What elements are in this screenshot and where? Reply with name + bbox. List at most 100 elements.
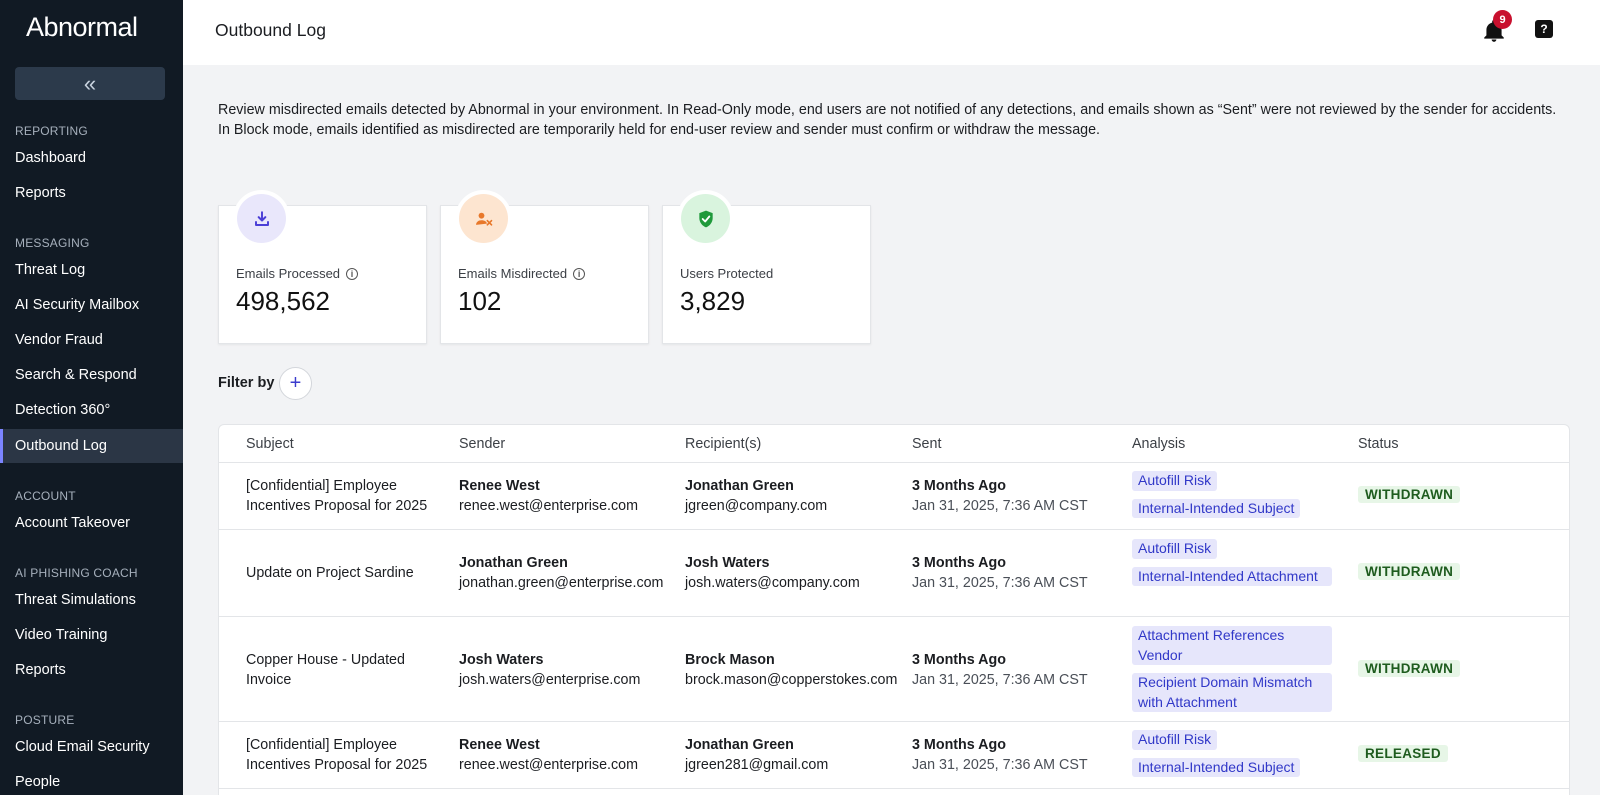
status-badge: WITHDRAWN bbox=[1358, 660, 1461, 677]
section-ai-phishing-coach: AI PHISHING COACH bbox=[15, 566, 138, 580]
column-header-sender[interactable]: Sender bbox=[459, 436, 505, 452]
status-badge: WITHDRAWN bbox=[1358, 486, 1461, 503]
notification-badge: 9 bbox=[1493, 10, 1512, 29]
column-header-recipients[interactable]: Recipient(s) bbox=[685, 436, 761, 452]
sidebar-item-reports[interactable]: Reports bbox=[0, 176, 183, 210]
analysis-tag: Autofill Risk bbox=[1132, 539, 1218, 559]
row-sent: 3 Months Ago Jan 31, 2025, 7:36 AM CST bbox=[912, 553, 1088, 593]
table-row[interactable]: [Confidential] Employee Incentives Propo… bbox=[219, 463, 1569, 530]
section-reporting: REPORTING bbox=[15, 124, 88, 138]
section-account: ACCOUNT bbox=[15, 489, 76, 503]
stat-label: Emails Processed i bbox=[236, 266, 359, 281]
recipient-name: Jonathan Green bbox=[685, 478, 794, 494]
recipient-name: Josh Waters bbox=[685, 555, 770, 571]
row-recipient: Josh Waters josh.waters@company.com bbox=[685, 553, 860, 593]
filter-label: Filter by bbox=[218, 375, 275, 391]
info-icon[interactable]: i bbox=[573, 267, 586, 280]
column-header-subject[interactable]: Subject bbox=[246, 436, 294, 452]
sidebar-item-video-training[interactable]: Video Training bbox=[0, 618, 183, 652]
row-analysis: Autofill Risk Internal-Intended Subject bbox=[1132, 471, 1337, 526]
sidebar-item-dashboard[interactable]: Dashboard bbox=[0, 141, 183, 175]
sent-date: Jan 31, 2025, 7:36 AM CST bbox=[912, 498, 1088, 514]
outbound-log-table: Subject Sender Recipient(s) Sent Analysi… bbox=[218, 424, 1570, 795]
row-recipient: Brock Mason brock.mason@copperstokes.com bbox=[685, 650, 897, 690]
help-icon[interactable]: ? bbox=[1535, 20, 1553, 38]
sidebar-item-ai-security-mailbox[interactable]: AI Security Mailbox bbox=[0, 288, 183, 322]
sender-email: renee.west@enterprise.com bbox=[459, 498, 639, 514]
recipient-email: josh.waters@company.com bbox=[685, 575, 860, 591]
analysis-tag: Autofill Risk bbox=[1132, 730, 1218, 750]
status-badge: WITHDRAWN bbox=[1358, 563, 1461, 580]
recipient-name: Jonathan Green bbox=[685, 737, 794, 753]
stat-card-emails-misdirected: Emails Misdirected i 102 bbox=[440, 194, 649, 344]
sidebar: Abnormal « REPORTING Dashboard Reports M… bbox=[0, 0, 183, 795]
sidebar-item-detection-360[interactable]: Detection 360° bbox=[0, 393, 183, 427]
recipient-email: brock.mason@copperstokes.com bbox=[685, 672, 898, 688]
column-header-analysis[interactable]: Analysis bbox=[1132, 436, 1185, 452]
user-x-icon bbox=[459, 194, 508, 243]
row-subject: [Confidential] Employee Incentives Propo… bbox=[246, 737, 428, 773]
sent-relative: 3 Months Ago bbox=[912, 737, 1006, 753]
analysis-tag: Attachment References Vendor bbox=[1132, 626, 1332, 665]
table-header: Subject Sender Recipient(s) Sent Analysi… bbox=[219, 425, 1569, 463]
collapse-sidebar-button[interactable]: « bbox=[15, 67, 165, 100]
table-row[interactable]: Copper House - Updated Invoice Josh Wate… bbox=[219, 617, 1569, 722]
stat-card-emails-processed: Emails Processed i 498,562 bbox=[218, 194, 427, 344]
analysis-tag: Internal-Intended Attachment bbox=[1132, 566, 1332, 586]
sidebar-item-people[interactable]: People bbox=[0, 765, 183, 795]
sidebar-item-coach-reports[interactable]: Reports bbox=[0, 653, 183, 687]
status-badge: RELEASED bbox=[1358, 745, 1448, 762]
table-row[interactable]: [Confidential] Employee Incentives Propo… bbox=[219, 722, 1569, 789]
row-sender: Jonathan Green jonathan.green@enterprise… bbox=[459, 553, 663, 593]
row-analysis: Attachment References Vendor Recipient D… bbox=[1132, 626, 1337, 720]
row-sent: 3 Months Ago Jan 31, 2025, 7:36 AM CST bbox=[912, 735, 1088, 775]
plus-icon: + bbox=[289, 372, 302, 394]
chevrons-left-icon: « bbox=[83, 70, 97, 96]
info-icon[interactable]: i bbox=[346, 267, 359, 280]
sender-email: jonathan.green@enterprise.com bbox=[459, 575, 664, 591]
sender-name: Renee West bbox=[459, 737, 540, 753]
row-analysis: Autofill Risk Internal-Intended Attachme… bbox=[1132, 539, 1337, 594]
column-header-status[interactable]: Status bbox=[1358, 436, 1399, 452]
add-filter-button[interactable]: + bbox=[279, 367, 312, 400]
analysis-tag: Internal-Intended Subject bbox=[1132, 498, 1301, 518]
column-header-sent[interactable]: Sent bbox=[912, 436, 941, 452]
page-title: Outbound Log bbox=[215, 20, 326, 40]
row-subject: Update on Project Sardine bbox=[246, 565, 414, 581]
sidebar-item-account-takeover[interactable]: Account Takeover bbox=[0, 506, 183, 540]
stat-label: Emails Misdirected i bbox=[458, 266, 586, 281]
section-messaging: MESSAGING bbox=[15, 236, 90, 250]
sidebar-item-vendor-fraud[interactable]: Vendor Fraud bbox=[0, 323, 183, 357]
analysis-tag: Recipient Domain Mismatch with Attachmen… bbox=[1132, 673, 1332, 712]
sent-date: Jan 31, 2025, 7:36 AM CST bbox=[912, 575, 1088, 591]
download-icon bbox=[237, 194, 286, 243]
shield-check-icon bbox=[681, 194, 730, 243]
stat-label: Users Protected bbox=[680, 266, 774, 281]
sidebar-item-cloud-email-security[interactable]: Cloud Email Security bbox=[0, 730, 183, 764]
row-sent: 3 Months Ago Jan 31, 2025, 7:36 AM CST bbox=[912, 476, 1088, 516]
row-sent: 3 Months Ago Jan 31, 2025, 7:36 AM CST bbox=[912, 650, 1088, 690]
recipient-name: Brock Mason bbox=[685, 652, 775, 668]
sent-relative: 3 Months Ago bbox=[912, 478, 1006, 494]
sent-date: Jan 31, 2025, 7:36 AM CST bbox=[912, 672, 1088, 688]
top-header: Outbound Log 9 ? bbox=[183, 0, 1600, 65]
sent-relative: 3 Months Ago bbox=[912, 652, 1006, 668]
table-row[interactable]: Update on Project Sardine Jonathan Green… bbox=[219, 530, 1569, 617]
stat-value: 102 bbox=[458, 286, 502, 316]
sender-name: Jonathan Green bbox=[459, 555, 568, 571]
stat-card-users-protected: Users Protected 3,829 bbox=[662, 194, 871, 344]
sidebar-item-threat-simulations[interactable]: Threat Simulations bbox=[0, 583, 183, 617]
row-subject: Copper House - Updated Invoice bbox=[246, 652, 405, 688]
sidebar-item-search-respond[interactable]: Search & Respond bbox=[0, 358, 183, 392]
abnormal-logo[interactable]: Abnormal bbox=[26, 12, 138, 43]
sender-name: Renee West bbox=[459, 478, 540, 494]
row-subject: [Confidential] Employee Incentives Propo… bbox=[246, 478, 428, 514]
sent-date: Jan 31, 2025, 7:36 AM CST bbox=[912, 757, 1088, 773]
row-recipient: Jonathan Green jgreen281@gmail.com bbox=[685, 735, 828, 775]
row-analysis: Autofill Risk Internal-Intended Subject bbox=[1132, 730, 1337, 785]
sidebar-item-outbound-log[interactable]: Outbound Log bbox=[0, 429, 183, 463]
sidebar-item-threat-log[interactable]: Threat Log bbox=[0, 253, 183, 287]
sent-relative: 3 Months Ago bbox=[912, 555, 1006, 571]
recipient-email: jgreen@company.com bbox=[685, 498, 828, 514]
sender-name: Josh Waters bbox=[459, 652, 544, 668]
